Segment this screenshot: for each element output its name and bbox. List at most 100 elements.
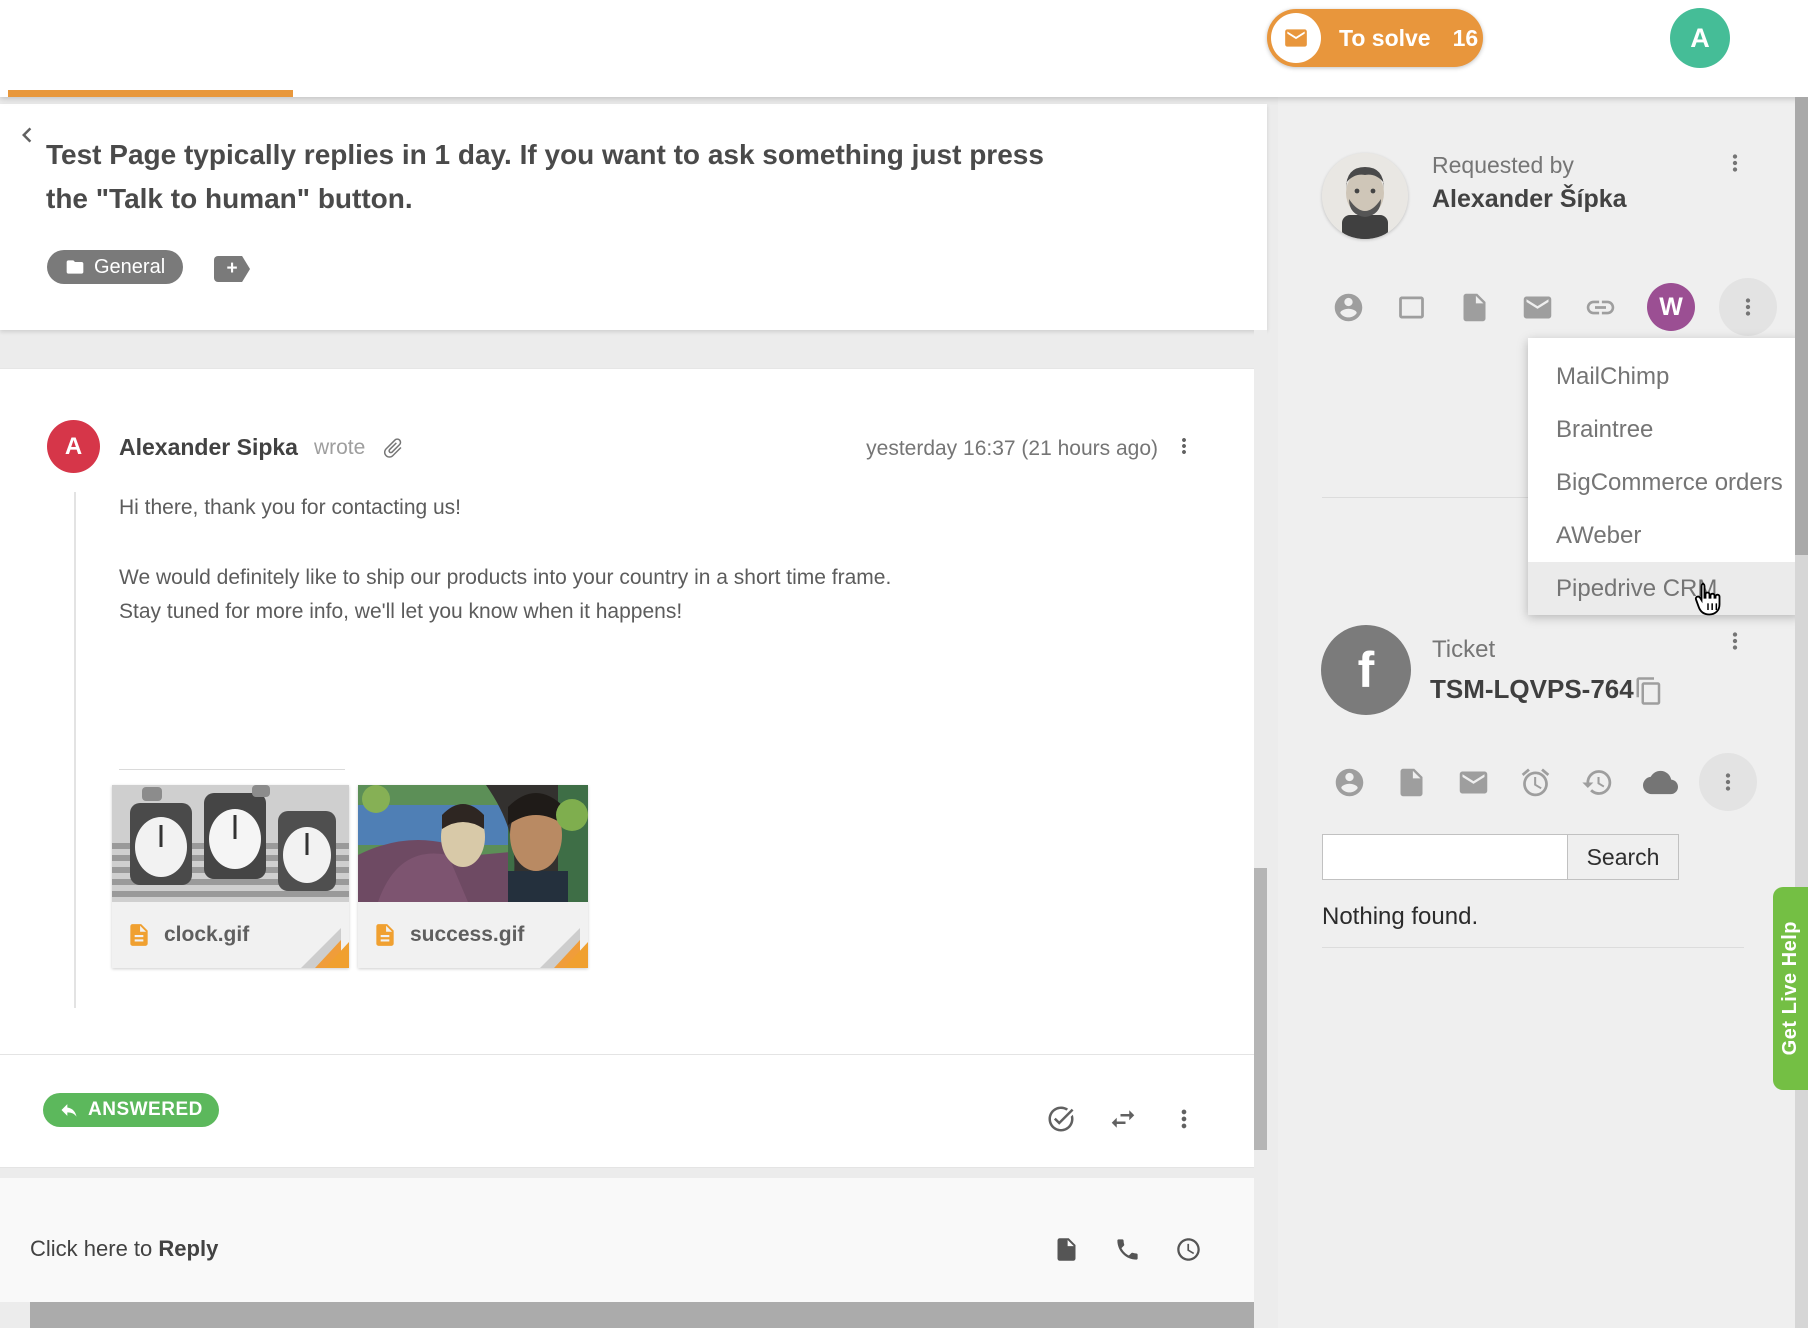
message-body-line: Hi there, thank you for contacting us! [119, 496, 461, 520]
message-body-line: Stay tuned for more info, we'll let you … [119, 600, 682, 624]
attachment-filename: clock.gif [164, 923, 249, 947]
facebook-letter: f [1358, 641, 1375, 699]
next-card-edge [30, 1302, 1267, 1328]
ticket-integrations-row [1333, 753, 1757, 811]
more-vert-icon [1172, 434, 1196, 458]
requester-name: Alexander Šípka [1432, 185, 1627, 214]
file-icon[interactable] [1395, 766, 1428, 799]
person-icon[interactable] [1332, 291, 1365, 324]
attachment-preview-clock [112, 785, 349, 902]
mail-icon [1283, 25, 1309, 51]
menu-item-pipedrive[interactable]: Pipedrive CRM [1528, 562, 1800, 615]
status-label: ANSWERED [88, 1099, 203, 1121]
message-author: Alexander Sipka [119, 434, 298, 461]
sidebar-search-input[interactable] [1322, 834, 1568, 880]
document-icon [126, 922, 152, 948]
collapse-back-button[interactable] [12, 120, 42, 150]
agent-avatar[interactable]: A [1670, 8, 1730, 68]
wordpress-badge[interactable]: W [1647, 283, 1695, 331]
message-timestamp: yesterday 16:37 (21 hours ago) [866, 437, 1158, 461]
status-actions [1046, 1104, 1198, 1134]
schedule-clock-icon[interactable] [1175, 1236, 1202, 1263]
history-icon[interactable] [1581, 766, 1614, 799]
reply-prompt-action: Reply [158, 1236, 218, 1261]
more-vert-icon [1722, 150, 1748, 176]
more-vert-icon [1735, 294, 1761, 320]
attachment-card[interactable]: success.gif [358, 785, 588, 968]
tag-general[interactable]: General [47, 250, 183, 284]
menu-item-aweber[interactable]: AWeber [1528, 509, 1800, 562]
ticket-title: Test Page typically replies in 1 day. If… [46, 133, 1056, 221]
folded-corner-icon [301, 928, 349, 968]
menu-item-braintree[interactable]: Braintree [1528, 403, 1800, 456]
get-live-help-tab[interactable]: Get Live Help [1773, 887, 1808, 1090]
ticket-menu-button[interactable] [1722, 628, 1748, 654]
reply-prompt-prefix: Click here to [30, 1236, 158, 1261]
more-vert-icon[interactable] [1170, 1105, 1198, 1133]
requested-by-label: Requested by [1432, 152, 1574, 179]
transfer-icon[interactable] [1108, 1104, 1138, 1134]
requester-menu-button[interactable] [1722, 150, 1748, 176]
person-icon[interactable] [1333, 766, 1366, 799]
ticket-id: TSM-LQVPS-764 [1430, 674, 1634, 705]
chevron-left-icon [12, 120, 42, 150]
cloud-icon[interactable] [1643, 765, 1678, 800]
link-icon[interactable] [1584, 291, 1617, 324]
get-live-help-label: Get Live Help [1779, 921, 1802, 1055]
menu-item-mailchimp[interactable]: MailChimp [1528, 350, 1800, 403]
attachment-filename: success.gif [410, 923, 524, 947]
mail-icon[interactable] [1521, 291, 1554, 324]
copy-ticket-id-button[interactable] [1634, 676, 1664, 706]
mouse-cursor-hand [1688, 578, 1728, 622]
sidebar-divider [1322, 947, 1744, 948]
integrations-dropdown: MailChimp Braintree BigCommerce orders A… [1528, 338, 1800, 614]
message-avatar-letter: A [65, 433, 82, 461]
app-window: Test Page typically re… To solve 16 A Te… [0, 0, 1808, 1328]
main-scrollbar-track[interactable] [1254, 330, 1267, 1328]
alarm-icon[interactable] [1519, 766, 1552, 799]
attachment-separator [119, 769, 345, 770]
message-body-line: We would definitely like to ship our pro… [119, 566, 891, 590]
card-icon[interactable] [1395, 291, 1428, 324]
requester-integrations-row: W [1332, 278, 1777, 336]
tag-label: General [94, 256, 165, 279]
sidebar-scrollbar-thumb[interactable] [1795, 97, 1808, 555]
ticket-label: Ticket [1432, 636, 1495, 664]
ticket-more-integrations-button[interactable] [1699, 753, 1757, 811]
message-avatar: A [47, 420, 100, 473]
to-solve-mail-bubble [1271, 13, 1321, 63]
phone-icon[interactable] [1114, 1236, 1141, 1263]
file-icon[interactable] [1458, 291, 1491, 324]
more-vert-icon [1722, 628, 1748, 654]
main-scrollbar-thumb[interactable] [1254, 868, 1267, 1150]
to-solve-label: To solve [1339, 25, 1431, 52]
message-header: Alexander Sipka wrote [119, 434, 405, 461]
resolve-check-icon[interactable] [1046, 1104, 1076, 1134]
w-badge-letter: W [1659, 293, 1683, 322]
active-tab-underline [8, 90, 293, 97]
menu-item-bigcommerce[interactable]: BigCommerce orders [1528, 456, 1800, 509]
folded-corner-icon [540, 928, 588, 968]
reply-prompt[interactable]: Click here to Reply [30, 1236, 218, 1262]
status-badge[interactable]: ANSWERED [43, 1093, 219, 1127]
search-empty-result: Nothing found. [1322, 903, 1478, 931]
to-solve-count: 16 [1453, 25, 1479, 52]
reply-actions [1053, 1236, 1202, 1263]
mail-icon[interactable] [1457, 766, 1490, 799]
to-solve-button[interactable]: To solve 16 [1267, 9, 1483, 67]
requester-more-integrations-button[interactable] [1719, 278, 1777, 336]
message-quote-line [74, 492, 76, 1008]
document-icon [372, 922, 398, 948]
attachment-paperclip-icon [376, 431, 410, 465]
sidebar-search-button[interactable]: Search [1567, 834, 1679, 880]
requester-avatar[interactable] [1322, 153, 1408, 239]
message-menu-button[interactable] [1172, 434, 1196, 458]
top-bar [0, 0, 1808, 97]
attachment-card[interactable]: clock.gif [112, 785, 349, 968]
attachment-preview-success [358, 785, 588, 902]
copy-icon [1634, 676, 1664, 706]
note-icon[interactable] [1053, 1236, 1080, 1263]
folder-icon [65, 257, 85, 277]
more-vert-icon [1715, 769, 1741, 795]
reply-arrow-icon [59, 1100, 79, 1120]
